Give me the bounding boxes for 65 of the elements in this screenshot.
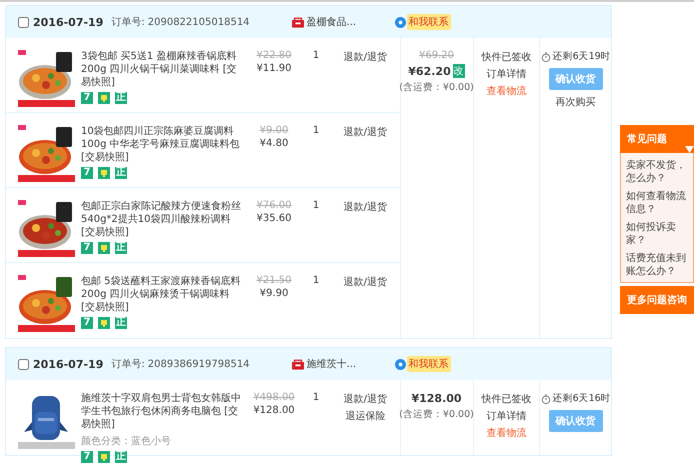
shipping-fee: (含运费：¥0.00) (399, 408, 474, 421)
faq-link[interactable]: 卖家不发货，怎么办？ (626, 159, 690, 185)
status-text: 快件已签收 (481, 50, 532, 64)
service-tag: 7 (81, 317, 93, 329)
service-tag: 7 (81, 242, 93, 254)
after-sale-link[interactable]: 退款/退货 (344, 50, 387, 64)
status-text: 快件已签收 (481, 392, 532, 406)
modified-badge: 改 (452, 64, 465, 78)
service-tag: 7 (81, 451, 93, 463)
original-price: ¥76.00 (256, 200, 292, 211)
contact-seller-link[interactable]: 和我联系 (406, 14, 451, 30)
unit-price: ¥11.90 (256, 63, 292, 74)
unit-price: ¥35.60 (256, 213, 292, 224)
quantity: 1 (312, 200, 320, 211)
product-title-link[interactable]: 施维茨十字双肩包男士背包女韩版中学生书包旅行包休闲商务电脑包 [交易快照] (81, 392, 245, 431)
product-title-link[interactable]: 包邮 5袋送蘸料王家渡麻辣香锅底料200g 四川火锅麻辣烫干锅调味料 [交易快照] (81, 275, 245, 314)
quantity: 1 (312, 275, 320, 286)
unit-price: ¥128.00 (253, 405, 295, 416)
service-tag: 7 (81, 167, 93, 179)
status-text: 订单详情 (486, 68, 526, 81)
service-tag: 正 (115, 167, 127, 179)
quantity: 1 (312, 392, 320, 403)
original-price: ¥22.80 (256, 50, 292, 61)
quantity: 1 (312, 50, 320, 61)
faq-link[interactable]: 如何查看物流信息？ (626, 190, 690, 216)
order-number-label: 订单号: (111, 16, 145, 29)
service-tag: 正 (115, 317, 127, 329)
service-tag: 正 (115, 242, 127, 254)
unit-price: ¥9.90 (260, 288, 288, 299)
status-text: 订单详情 (486, 410, 526, 423)
order-date: 2016-07-19 (33, 358, 104, 370)
total-price: ¥62.20 (408, 64, 451, 78)
contact-seller-link[interactable]: 和我联系 (406, 356, 451, 372)
after-sale-link[interactable]: 退款/退货 (344, 200, 387, 214)
faq-title: 常见问题 (627, 132, 667, 146)
service-tag: 正 (115, 451, 127, 463)
original-total: ¥69.20 (419, 50, 454, 61)
original-price: ¥498.00 (253, 392, 295, 403)
order-date: 2016-07-19 (33, 16, 104, 28)
time-remaining: 还剩6天19时 (552, 50, 611, 63)
quantity: 1 (312, 125, 320, 136)
unit-price: ¥4.80 (260, 138, 288, 149)
product-title-link[interactable]: 包邮正宗白家陈记酸辣方便速食粉丝540g*2提共10袋四川酸辣粉调料 [交易快照] (81, 200, 245, 239)
total-price: ¥128.00 (411, 392, 462, 405)
time-remaining: 还剩6天16时 (552, 392, 611, 405)
shop-name[interactable]: 盈棚食品... (306, 15, 387, 29)
product-title-link[interactable]: 3袋包邮 买5送1 盈棚麻辣香锅底料200g 四川火锅干锅川菜调味料 [交易快照] (81, 50, 245, 89)
product-title-link[interactable]: 10袋包邮四川正宗陈麻婆豆腐调料100g 中华老字号麻辣豆腐调味料包 [交易快照] (81, 125, 245, 164)
buy-again-link[interactable]: 再次购买 (556, 95, 596, 109)
after-sale-link[interactable]: 退款/退货 (344, 125, 387, 139)
product-spec: 颜色分类：蓝色小号 (81, 434, 172, 448)
order-number-label: 订单号: (111, 358, 145, 371)
original-price: ¥9.00 (260, 125, 288, 136)
original-price: ¥21.50 (256, 275, 292, 286)
order-number: 2089386919798514 (148, 358, 250, 370)
after-sale-link[interactable]: 退运保险 (345, 409, 386, 423)
service-tag: 7 (81, 92, 93, 104)
faq-link[interactable]: 话费充值未到账怎么办？ (626, 252, 690, 278)
service-tag: 正 (115, 92, 127, 104)
after-sale-link[interactable]: 退款/退货 (344, 392, 387, 406)
after-sale-link[interactable]: 退款/退货 (344, 275, 387, 289)
shipping-fee: (含运费：¥0.00) (399, 81, 474, 94)
order-number: 2090822105018514 (148, 16, 250, 28)
shop-name[interactable]: 施维茨十... (306, 357, 387, 371)
faq-link[interactable]: 如何投诉卖家？ (626, 221, 690, 247)
